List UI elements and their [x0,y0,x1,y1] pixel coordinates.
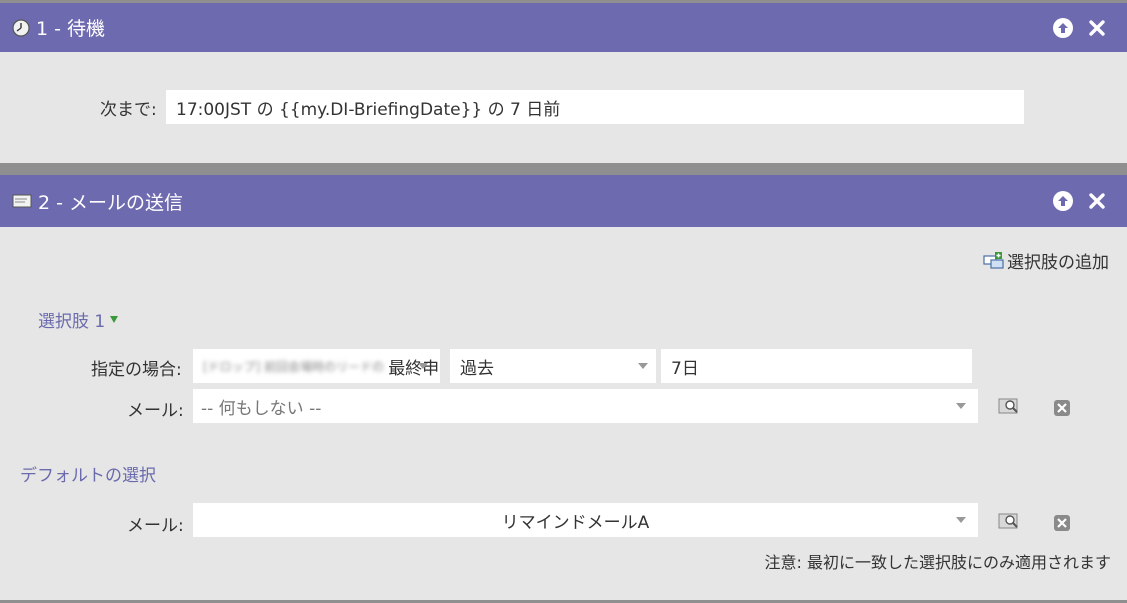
add-choice-button[interactable]: 選択肢の追加 [983,248,1109,273]
step-panel-wait: 1 - 待機 次まで: 17:00JST の {{my.DI-BriefingD… [0,3,1127,163]
preview-email-button[interactable] [998,512,1020,534]
choice-note: 注意: 最初に一致した選択肢にのみ適用されます [764,553,1111,572]
condition-field-select[interactable]: [ドロップ] 前回会場時のリードの 最終申込 [193,349,440,383]
delete-step-button[interactable] [1087,191,1107,211]
clock-icon [12,18,30,37]
move-up-button[interactable] [1053,191,1073,211]
step-title: 2 - メールの送信 [38,191,184,214]
delete-icon [1054,400,1070,416]
arrow-up-icon [1058,22,1068,33]
field-name-text: 最終申込 [388,358,440,379]
magnify-preview-icon [998,398,1018,414]
choice-1-label: 選択肢 1 [38,312,106,332]
email-label: メール: [127,401,184,421]
clear-default-button[interactable] [1053,514,1071,536]
email-label: メール: [127,516,184,536]
step-header-send-email[interactable]: 2 - メールの送信 [0,175,1127,227]
choice-1-toggle[interactable]: 選択肢 1 [38,307,119,332]
close-icon [1089,193,1105,209]
triangle-down-icon [110,316,119,323]
magnify-preview-icon [998,513,1018,529]
condition-label: 指定の場合: [91,360,182,380]
delete-step-button[interactable] [1087,18,1107,38]
condition-value-input[interactable]: 7日 [661,349,972,383]
chevron-down-icon [638,363,648,369]
wait-until-input[interactable]: 17:00JST の {{my.DI-BriefingDate}} の 7 日前 [166,90,1024,124]
chevron-down-icon [956,517,966,523]
arrow-up-icon [1058,196,1068,206]
remove-choice-button[interactable] [1053,399,1071,421]
blurred-field-text: [ドロップ] 前回会場時のリードの [203,359,385,374]
add-choice-label: 選択肢の追加 [1007,253,1109,273]
operator-select[interactable]: 過去 [450,349,656,383]
move-up-button[interactable] [1053,17,1073,38]
default-email-select[interactable]: リマインドメールA [193,503,978,537]
choice-1-email-select[interactable]: -- 何もしない -- [193,389,978,423]
default-choice-label: デフォルトの選択 [20,466,156,486]
add-choice-icon [983,251,1004,269]
step-panel-send-email: 2 - メールの送信 選択肢の追加 選択肢 1 指定の場合: [ドロップ] 前回… [0,175,1127,600]
close-icon [1089,19,1105,36]
email-icon [12,193,32,209]
preview-email-button[interactable] [998,397,1020,419]
email-select-value: -- 何もしない -- [201,398,322,419]
wait-until-label: 次まで: [100,100,157,120]
email-select-value: リマインドメールA [501,512,650,533]
chevron-down-icon [956,403,966,409]
step-title: 1 - 待機 [36,18,106,40]
chevron-down-icon [418,363,428,369]
step-header-wait[interactable]: 1 - 待機 [0,3,1127,52]
delete-icon [1054,515,1070,531]
